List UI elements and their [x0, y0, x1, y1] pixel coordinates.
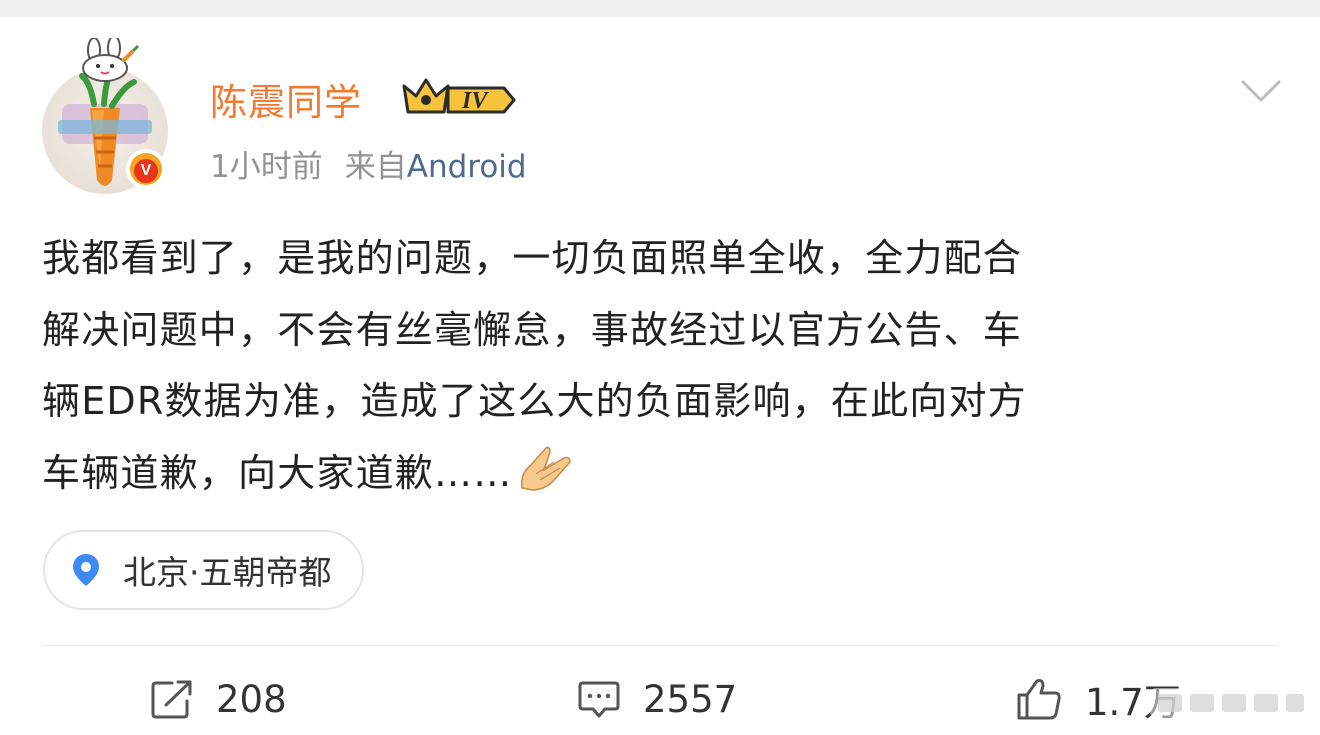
bunny-decoration-icon	[82, 38, 140, 82]
content-line: 辆EDR数据为准，造成了这么大的负面影响，在此向对方	[42, 379, 1027, 423]
post-content: 我都看到了，是我的问题，一切负面照单全收，全力配合 解决问题中，不会有丝毫懈怠，…	[42, 223, 1287, 509]
content-line: 解决问题中，不会有丝毫懈怠，事故经过以官方公告、车	[42, 307, 1023, 352]
repost-count: 208	[216, 677, 287, 721]
author-avatar[interactable]: V	[38, 38, 178, 194]
location-tag[interactable]: 北京·五朝帝都	[43, 530, 364, 610]
source-prefix: 来自	[344, 149, 407, 185]
member-level-badge[interactable]: IV	[400, 72, 520, 120]
map-pin-icon	[73, 554, 99, 586]
verified-badge: V	[126, 149, 166, 189]
content-line: 车辆道歉，向大家道歉……	[42, 450, 513, 495]
verified-icon: V	[134, 159, 158, 183]
content-line: 我都看到了，是我的问题，一切负面照单全收，全力配合	[42, 236, 1023, 280]
post-time: 1小时前	[210, 149, 323, 185]
post-source[interactable]: Android	[407, 149, 527, 185]
repost-icon	[151, 680, 192, 719]
level-badge-text: IV	[461, 88, 489, 114]
content-line-last: 车辆道歉，向大家道歉……	[42, 438, 1287, 510]
repost-button[interactable]: 208	[150, 676, 287, 722]
top-status-strip	[0, 0, 1320, 17]
comment-icon	[578, 681, 620, 718]
divider	[42, 645, 1278, 646]
folded-hands-emoji	[521, 446, 572, 491]
location-label: 北京·五朝帝都	[123, 553, 332, 592]
post-meta: 1小时前 来自Android	[210, 141, 527, 186]
author-name[interactable]: 陈震同学	[210, 72, 362, 126]
like-icon	[1017, 679, 1061, 720]
chevron-down-icon[interactable]	[1240, 78, 1282, 104]
comment-count: 2557	[643, 677, 738, 721]
watermark-icon	[1150, 688, 1310, 718]
comment-button[interactable]: 2557	[577, 676, 737, 722]
